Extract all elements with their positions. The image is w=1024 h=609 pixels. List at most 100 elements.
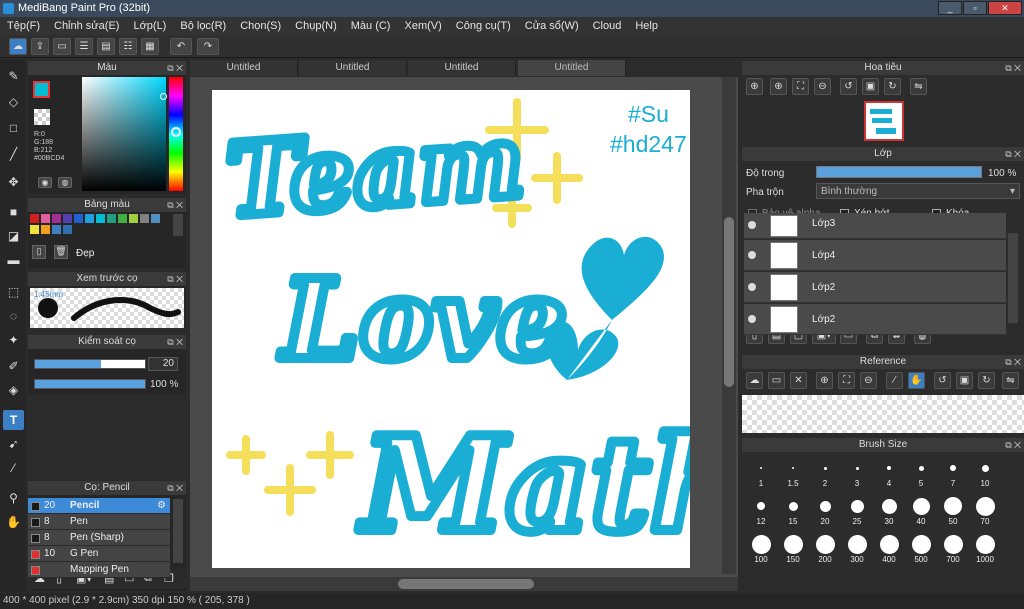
color-picker-icon[interactable]: ◍: [58, 177, 72, 188]
palette-icon[interactable]: ◉: [38, 177, 52, 188]
brush-size-option[interactable]: 300: [842, 533, 872, 564]
canvas-horizontal-scrollbar[interactable]: [190, 577, 738, 591]
fit-screen-icon[interactable]: ⛶: [792, 78, 809, 95]
tab-document-4[interactable]: Untitled: [518, 60, 626, 76]
menu-select[interactable]: Chọn(S): [233, 17, 288, 35]
text-tool-icon[interactable]: T: [3, 410, 24, 430]
swatch[interactable]: [74, 214, 83, 223]
brush-size-option[interactable]: 40: [906, 495, 936, 526]
hand-icon[interactable]: ✋: [908, 372, 925, 389]
document-icon[interactable]: ▤: [97, 38, 115, 55]
flip-icon[interactable]: ⇋: [1002, 372, 1019, 389]
brush-size-option[interactable]: 3: [842, 457, 872, 488]
brush-size-option[interactable]: 500: [906, 533, 936, 564]
gear-icon[interactable]: ⚙: [157, 498, 166, 514]
swatch[interactable]: [41, 225, 50, 234]
brush-size-option[interactable]: 2: [810, 457, 840, 488]
layer-row[interactable]: Lớp3: [744, 213, 1006, 239]
swatch[interactable]: [151, 214, 160, 223]
brush-size-option[interactable]: 25: [842, 495, 872, 526]
menu-snap[interactable]: Chụp(N): [288, 17, 344, 35]
brush-size-option[interactable]: 400: [874, 533, 904, 564]
swatch[interactable]: [129, 214, 138, 223]
chat-icon[interactable]: ☰: [75, 38, 93, 55]
brush-size-option[interactable]: 30: [874, 495, 904, 526]
brush-item[interactable]: 20 Pencil ⚙: [28, 498, 170, 514]
close-reference-icon[interactable]: ✕: [790, 372, 807, 389]
flip-icon[interactable]: ⇋: [910, 78, 927, 95]
undo-button[interactable]: ↶: [170, 38, 192, 55]
brush-size-option[interactable]: 700: [938, 533, 968, 564]
select-eraser-tool-icon[interactable]: ◈: [3, 380, 24, 400]
brush-size-input[interactable]: 20: [148, 357, 178, 371]
layer-list-scrollbar[interactable]: [1008, 233, 1018, 323]
rotate-right-icon[interactable]: ↻: [884, 78, 901, 95]
brush-size-option[interactable]: 7: [938, 457, 968, 488]
brush-item[interactable]: 8 Pen: [28, 514, 170, 530]
eyedropper-icon[interactable]: ⁄: [886, 372, 903, 389]
swatch-grid[interactable]: [28, 214, 168, 238]
menu-tools[interactable]: Công cụ(T): [449, 17, 518, 35]
line-tool-icon[interactable]: ╱: [3, 144, 24, 164]
swatch[interactable]: [30, 214, 39, 223]
swatch[interactable]: [118, 214, 127, 223]
menu-layer[interactable]: Lớp(L): [126, 17, 173, 35]
panel-buttons[interactable]: ⧉ ✕: [1005, 61, 1021, 75]
swatch[interactable]: [52, 225, 61, 234]
zoom-out-icon[interactable]: ⊖: [814, 78, 831, 95]
cloud-icon[interactable]: ☁: [9, 38, 27, 55]
layer-opacity-slider[interactable]: [816, 166, 982, 178]
fit-window-icon[interactable]: ▣: [956, 372, 973, 389]
panel-buttons[interactable]: ⧉ ✕: [167, 335, 183, 349]
panel-buttons[interactable]: ⧉ ✕: [167, 198, 183, 212]
gradient-tool-icon[interactable]: ▬: [3, 250, 24, 270]
menu-help[interactable]: Help: [628, 17, 665, 35]
brush-size-option[interactable]: 10: [970, 457, 1000, 488]
rotate-left-icon[interactable]: ↺: [840, 78, 857, 95]
transparent-swatch[interactable]: [34, 109, 50, 125]
drawing-canvas[interactable]: Team Love Math #Su #hd247: [212, 90, 750, 568]
tab-document-1[interactable]: Untitled: [190, 60, 298, 76]
vertical-scroll-thumb[interactable]: [724, 217, 734, 387]
reference-canvas[interactable]: [742, 395, 1024, 433]
brush-opacity-slider[interactable]: [34, 379, 146, 389]
rotate-left-icon[interactable]: ↺: [934, 372, 951, 389]
list-icon[interactable]: ☷: [119, 38, 137, 55]
panel-buttons[interactable]: ⧉ ✕: [167, 272, 183, 286]
magic-wand-tool-icon[interactable]: ✦: [3, 330, 24, 350]
saturation-value-square[interactable]: [82, 77, 166, 191]
move-tool-icon[interactable]: ✥: [3, 172, 24, 192]
blend-mode-select[interactable]: Bình thường ▾: [816, 183, 1020, 199]
brush-size-option[interactable]: 5: [906, 457, 936, 488]
select-rect-tool-icon[interactable]: ⬚: [3, 282, 24, 302]
eraser-tool-icon[interactable]: ◇: [3, 92, 24, 112]
brush-size-option[interactable]: 1.5: [778, 457, 808, 488]
new-palette-icon[interactable]: ▯: [32, 245, 46, 259]
canvas-vertical-scrollbar[interactable]: [722, 77, 736, 574]
menu-color[interactable]: Màu (C): [344, 17, 398, 35]
select-pen-tool-icon[interactable]: ✐: [3, 356, 24, 376]
zoom-out-icon[interactable]: ⊖: [860, 372, 877, 389]
rectangle-tool-icon[interactable]: □: [3, 118, 24, 138]
menu-file[interactable]: Tệp(F): [0, 17, 47, 35]
zoom-in-icon[interactable]: ⊕: [816, 372, 833, 389]
fit-screen-icon[interactable]: ⛶: [838, 372, 855, 389]
brush-item[interactable]: 10 G Pen: [28, 546, 170, 562]
bucket-tool-icon[interactable]: ◪: [3, 226, 24, 246]
rotate-right-icon[interactable]: ↻: [978, 372, 995, 389]
share-icon[interactable]: ⇪: [31, 38, 49, 55]
eye-icon[interactable]: [748, 315, 756, 323]
layer-row[interactable]: Lớp2: [744, 304, 1006, 335]
brush-size-option[interactable]: 15: [778, 495, 808, 526]
brush-size-option[interactable]: 1: [746, 457, 776, 488]
menu-window[interactable]: Cửa sổ(W): [518, 17, 586, 35]
eyedropper-tool-icon[interactable]: ⚲: [3, 488, 24, 508]
palette-scrollbar[interactable]: [173, 214, 183, 236]
brush-list-scrollbar[interactable]: [173, 499, 183, 563]
redo-button[interactable]: ↷: [197, 38, 219, 55]
brush-size-option[interactable]: 50: [938, 495, 968, 526]
brush-tool-icon[interactable]: ✎: [3, 66, 24, 86]
fit-window-icon[interactable]: ▣: [862, 78, 879, 95]
zoom-in-icon[interactable]: ⊕: [770, 78, 787, 95]
operation-tool-icon[interactable]: ➹: [3, 434, 24, 454]
